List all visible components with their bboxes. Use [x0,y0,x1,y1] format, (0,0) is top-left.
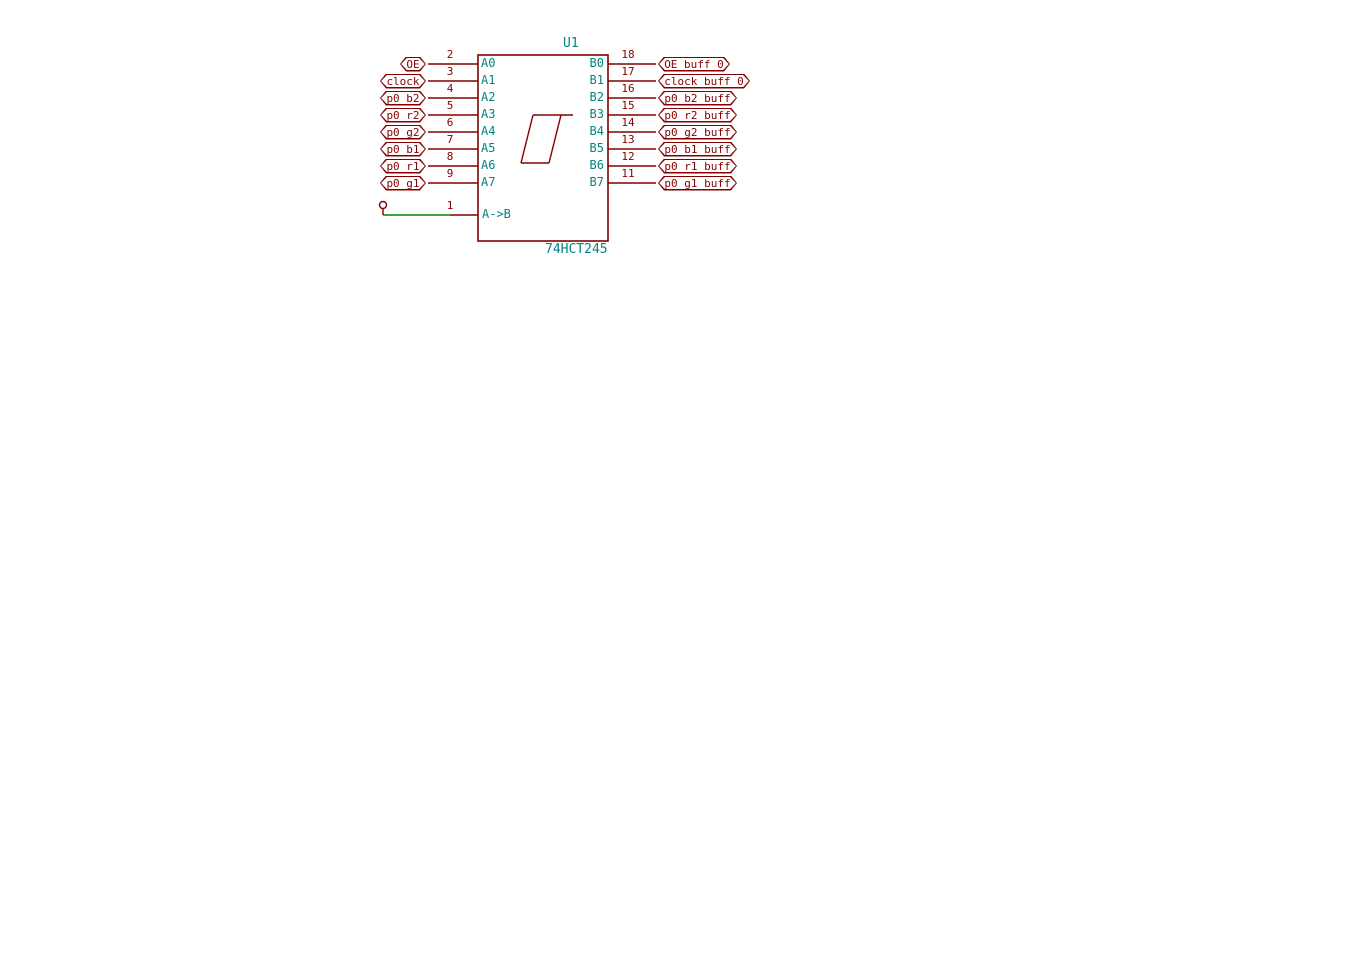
pin-name: A1 [481,74,495,87]
chip-ref: U1 [563,37,579,51]
schematic-canvas: U1 74HCT245 2 A0 OE 3 A1 clock 4 A2 p0_b2 5 A3 p0_r2 6… [0,0,1354,969]
net-label-text: p0_g2_buff [659,126,736,139]
net-label-p0_g2_buff[interactable]: p0_g2_buff [658,125,737,140]
net-label-p0_r2[interactable]: p0_r2 [380,108,426,123]
pin-name: A->B [482,208,511,221]
chip-part: 74HCT245 [545,243,608,257]
net-label-p0_b2_buff[interactable]: p0_b2_buff [658,91,737,106]
pin-number: 2 [436,49,464,61]
net-label-text: p0_g1 [381,177,425,190]
net-label-p0_b1_buff[interactable]: p0_b1_buff [658,142,737,157]
pin-number: 17 [614,66,642,78]
net-label-text: p0_b2_buff [659,92,736,105]
pin-number: 6 [436,117,464,129]
pin-name: B6 [578,159,604,172]
pin-number: 16 [614,83,642,95]
net-label-text: p0_b1_buff [659,143,736,156]
pin-number: 3 [436,66,464,78]
pin-name: A6 [481,159,495,172]
pin-number: 7 [436,134,464,146]
net-label-text: clock [381,75,425,88]
pin-name: B5 [578,142,604,155]
net-label-text: p0_r1_buff [659,160,736,173]
pin-name: B1 [578,74,604,87]
pin-number: 13 [614,134,642,146]
pin-number: 4 [436,83,464,95]
pin-number: 15 [614,100,642,112]
pin-name: B0 [578,57,604,70]
net-label-OE_buff_0[interactable]: OE_buff_0 [658,57,730,72]
pin-number: 1 [436,200,464,212]
pin-name: B4 [578,125,604,138]
net-label-text: p0_r2 [381,109,425,122]
net-label-text: p0_r2_buff [659,109,736,122]
pin-number: 8 [436,151,464,163]
net-label-p0_g2[interactable]: p0_g2 [380,125,426,140]
pin-number: 12 [614,151,642,163]
net-label-text: p0_g1_buff [659,177,736,190]
pin-number: 14 [614,117,642,129]
net-label-p0_r1[interactable]: p0_r1 [380,159,426,174]
pin-name: A7 [481,176,495,189]
net-label-text: clock_buff_0 [659,75,749,88]
buffer-glyph [521,115,533,163]
pin-name: A0 [481,57,495,70]
pin-number: 11 [614,168,642,180]
pin-name: A2 [481,91,495,104]
net-label-p0_r1_buff[interactable]: p0_r1_buff [658,159,737,174]
net-label-clock[interactable]: clock [380,74,426,89]
net-label-p0_g1[interactable]: p0_g1 [380,176,426,191]
net-label-text: p0_g2 [381,126,425,139]
net-label-p0_b1[interactable]: p0_b1 [380,142,426,157]
net-label-text: p0_r1 [381,160,425,173]
net-label-p0_g1_buff[interactable]: p0_g1_buff [658,176,737,191]
net-label-text: OE_buff_0 [659,58,729,71]
net-label-p0_b2[interactable]: p0_b2 [380,91,426,106]
net-label-clock_buff_0[interactable]: clock_buff_0 [658,74,750,89]
pin-name: A3 [481,108,495,121]
net-label-text: p0_b2 [381,92,425,105]
pin-name: B3 [578,108,604,121]
net-label-text: OE [401,58,425,71]
pin-name: B7 [578,176,604,189]
pin-number: 5 [436,100,464,112]
pin-name: B2 [578,91,604,104]
vcc-symbol [380,202,387,209]
pin-number: 18 [614,49,642,61]
pin-name: A5 [481,142,495,155]
net-label-text: p0_b1 [381,143,425,156]
pin-number: 9 [436,168,464,180]
buffer-glyph [549,115,561,163]
pin-name: A4 [481,125,495,138]
net-label-p0_r2_buff[interactable]: p0_r2_buff [658,108,737,123]
